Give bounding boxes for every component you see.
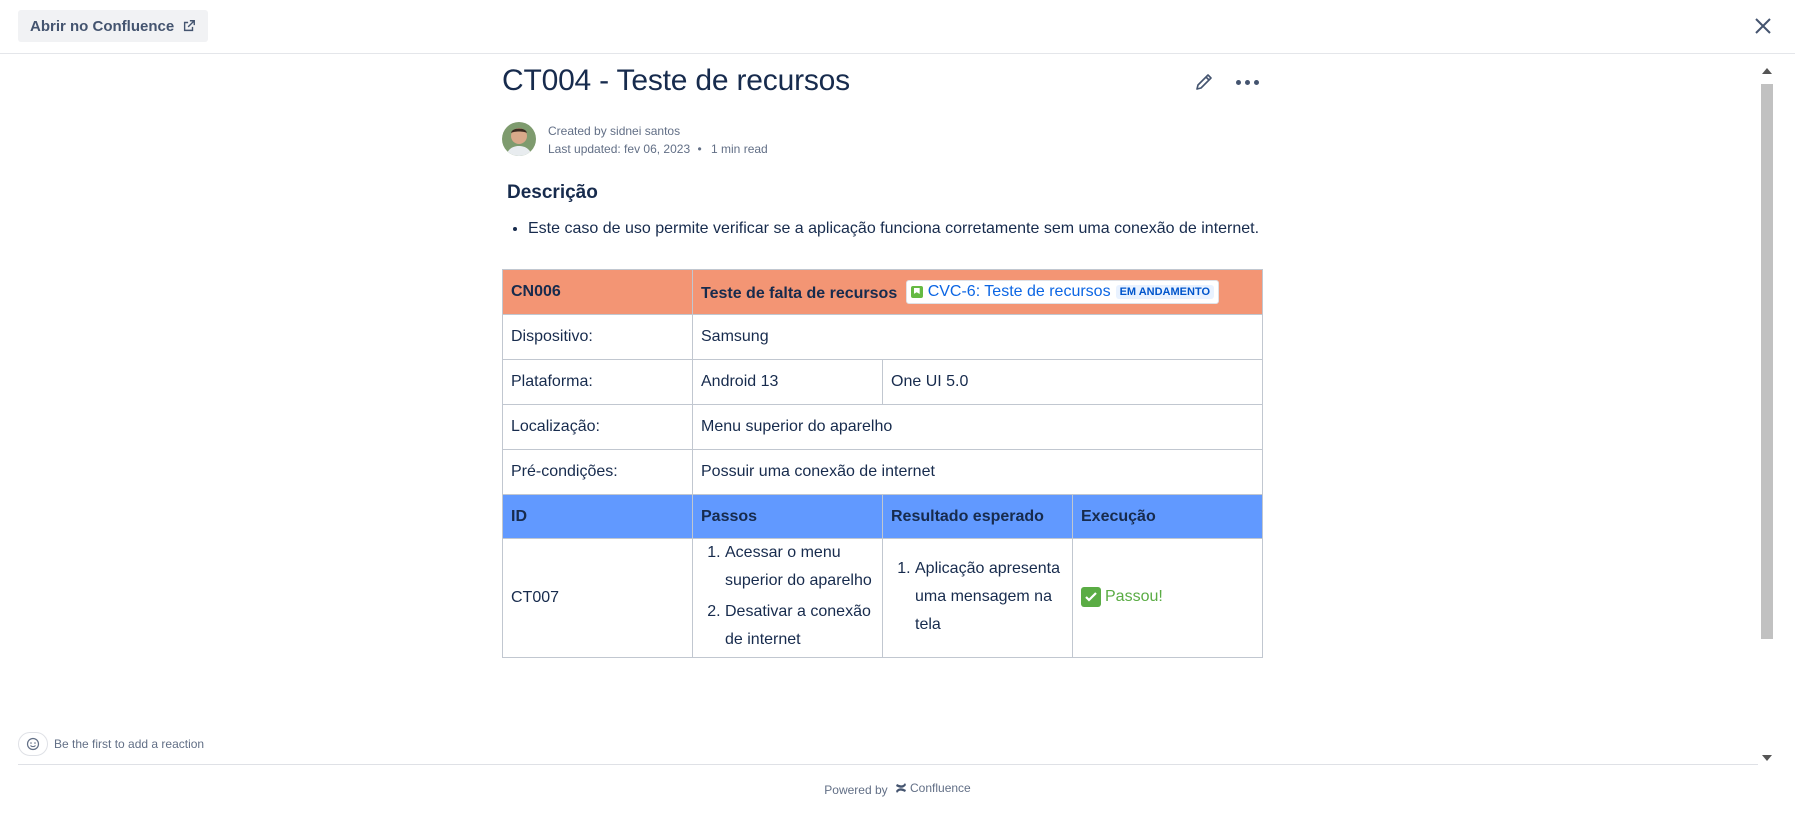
test-scenario-title: Teste de falta de recursos [701,285,898,302]
execution-status: Passou! [1081,583,1163,611]
row-label: Dispositivo: [502,314,693,360]
execution-status-label: Passou! [1105,587,1163,605]
scroll-up-arrow-icon[interactable] [1762,68,1772,74]
row-value: Android 13 [692,359,883,405]
column-header-execution: Execução [1072,494,1263,539]
jira-story-icon [910,286,923,298]
table-row: Dispositivo: Samsung [502,314,1263,360]
edit-button[interactable] [1192,70,1216,94]
row-label: Plataforma: [502,359,693,405]
table-row: Localização: Menu superior do aparelho [502,404,1263,450]
emoji-icon [26,737,40,751]
scroll-thumb[interactable] [1761,84,1773,639]
test-id: CT007 [502,538,693,658]
confluence-brand[interactable]: Confluence [895,781,971,795]
footer: Powered by Confluence [0,781,1795,797]
open-in-confluence-button[interactable]: Abrir no Confluence [18,10,209,42]
column-header-expected: Resultado esperado [882,494,1073,539]
byline: Created by sidnei santos Last updated: f… [548,122,768,158]
avatar-image [502,122,536,156]
table-row: Pré-condições: Possuir uma conexão de in… [502,449,1263,495]
confluence-brand-label: Confluence [910,781,971,795]
steps-cell: Acessar o menu superior do aparelho Desa… [692,538,883,658]
expected-cell: Aplicação apresenta uma mensagem na tela [882,538,1073,658]
table-header-row: CN006 Teste de falta de recursos CVC-6: … [502,269,1263,315]
expected-list: Aplicação apresenta uma mensagem na tela [891,555,1064,639]
pencil-icon [1196,74,1212,90]
status-badge: EM ANDAMENTO [1115,285,1215,299]
column-header-row: ID Passos Resultado esperado Execução [502,494,1263,539]
description-item: Este caso de uso permite verificar se a … [528,218,1259,240]
row-value-secondary: One UI 5.0 [882,359,1263,405]
page-title: CT004 - Teste de recursos [502,64,850,97]
external-link-icon [184,20,196,32]
scrollbar[interactable] [1760,66,1774,763]
more-dot-icon [1253,79,1259,85]
row-value: Possuir uma conexão de internet [692,449,1263,495]
test-scenario-id: CN006 [502,269,693,315]
row-value: Samsung [692,314,1263,360]
close-button[interactable] [1751,14,1775,38]
scroll-down-arrow-icon[interactable] [1762,755,1772,761]
powered-by-label: Powered by [824,783,888,797]
avatar[interactable] [502,122,536,156]
row-label: Pré-condições: [502,449,693,495]
created-by: Created by sidnei santos [548,124,681,138]
description-list: Este caso de uso permite verificar se a … [504,218,1259,240]
check-mark-icon [1081,586,1101,607]
description-heading: Descrição [507,182,598,203]
step-item: Desativar a conexão de internet [725,598,874,654]
last-updated-row: Last updated: fev 06, 2023 • 1 min read [548,140,768,158]
separator: • [697,142,702,156]
more-dot-icon [1235,79,1241,85]
step-item: Acessar o menu superior do aparelho [725,539,874,595]
footer-divider [18,764,1758,765]
more-actions-button[interactable] [1234,70,1260,94]
table-row: Plataforma: Android 13 One UI 5.0 [502,359,1263,405]
steps-list: Acessar o menu superior do aparelho Desa… [701,539,874,654]
read-time: 1 min read [711,142,768,156]
open-in-confluence-label: Abrir no Confluence [30,17,175,35]
row-label: Localização: [502,404,693,450]
test-scenario-title-cell: Teste de falta de recursos CVC-6: Teste … [692,269,1263,315]
confluence-logo-icon [896,783,906,793]
execution-cell: Passou! [1072,538,1263,658]
jira-issue-key: CVC-6: Teste de recursos [927,283,1111,300]
test-step-row: CT007 Acessar o menu superior do aparelh… [502,538,1263,658]
column-header-steps: Passos [692,494,883,539]
test-case-table: CN006 Teste de falta de recursos CVC-6: … [502,269,1263,658]
expected-item: Aplicação apresenta uma mensagem na tela [915,555,1064,639]
more-dot-icon [1244,79,1250,85]
top-bar: Abrir no Confluence [0,0,1795,54]
last-updated: Last updated: fev 06, 2023 [548,142,691,156]
reactions-bar: Be the first to add a reaction [18,732,204,756]
row-value: Menu superior do aparelho [692,404,1263,450]
reaction-prompt: Be the first to add a reaction [54,737,205,751]
column-header-id: ID [502,494,693,539]
jira-issue-link[interactable]: CVC-6: Teste de recursos EM ANDAMENTO [905,280,1220,304]
close-icon [1755,18,1771,34]
add-reaction-button[interactable] [18,732,48,756]
